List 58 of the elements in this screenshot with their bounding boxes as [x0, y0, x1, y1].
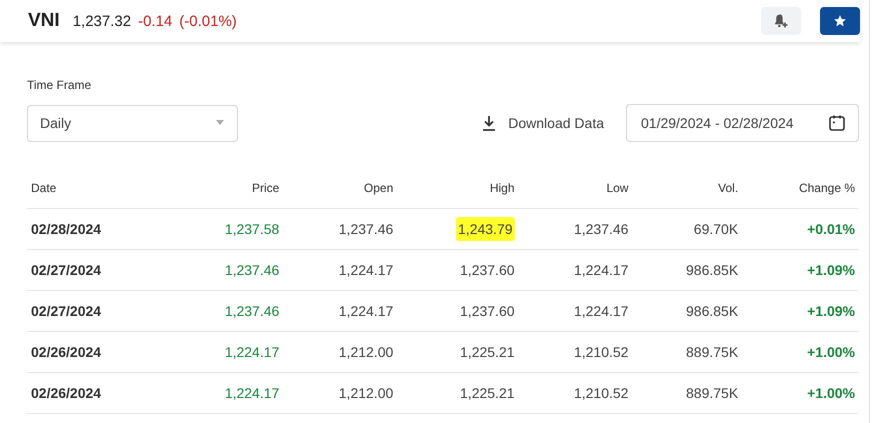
watchlist-button[interactable] [820, 7, 860, 35]
table-cell: +1.09% [807, 262, 855, 278]
table-cell: 02/27/2024 [31, 303, 102, 319]
table-cell: 1,212.00 [338, 385, 394, 401]
table-cell: 1,237.46 [224, 303, 280, 319]
table-cell: 1,237.58 [224, 221, 280, 237]
column-header: Open [364, 181, 394, 195]
column-header: Date [31, 181, 56, 195]
table-cell: 02/28/2024 [31, 221, 102, 237]
table-cell: 1,224.17 [574, 303, 628, 319]
date-range-field[interactable]: 01/29/2024 - 02/28/2024 [626, 104, 859, 142]
table-cell: +0.01% [807, 221, 855, 237]
table-cell: 02/27/2024 [31, 262, 102, 278]
bell-plus-icon [773, 13, 789, 29]
table-cell: 1,210.52 [574, 385, 628, 401]
table-cell: 1,224.17 [338, 303, 394, 319]
field-label: Time Frame [27, 78, 92, 92]
table-cell: +1.00% [807, 385, 855, 401]
calendar-icon [828, 114, 846, 132]
column-header: Price [252, 181, 280, 195]
alert-button[interactable] [761, 7, 801, 35]
table-cell: 1,224.17 [224, 385, 280, 401]
table-cell: 1,243.79 [456, 217, 515, 241]
table-cell: 1,224.17 [574, 262, 628, 278]
table-cell: 1,237.46 [224, 262, 280, 278]
symbol: VNI [28, 10, 60, 32]
last-price: 1,237.32 [72, 12, 132, 30]
table-cell: 1,237.60 [460, 303, 515, 319]
download-button[interactable]: Download Data [474, 113, 610, 133]
table-cell: 1,237.46 [574, 221, 628, 237]
table-cell: 1,224.17 [338, 262, 394, 278]
table-cell: 1,210.52 [574, 344, 628, 360]
column-header: High [490, 181, 515, 195]
table-cell: 1,224.17 [224, 344, 280, 360]
table-cell: 02/26/2024 [31, 344, 102, 360]
column-header: Change % [798, 181, 855, 195]
date-range-value: 01/29/2024 - 02/28/2024 [641, 115, 794, 131]
percent-change: (-0.01%) [179, 12, 237, 30]
table-cell: 1,225.21 [460, 385, 515, 401]
column-header: Low [606, 181, 628, 195]
table-cell: 1,212.00 [338, 344, 394, 360]
table-cell: 69.70K [694, 221, 738, 237]
price-change: -0.14 [138, 12, 172, 30]
table-cell: +1.00% [807, 344, 855, 360]
table-cell: 986.85K [686, 262, 738, 278]
table-cell: +1.09% [807, 303, 855, 319]
column-header: Vol. [718, 181, 738, 195]
dropdown-value: Daily [40, 115, 72, 131]
table-cell: 889.75K [686, 385, 738, 401]
table-cell: 986.85K [686, 303, 738, 319]
caret-icon [215, 120, 225, 126]
table-cell: 889.75K [686, 344, 738, 360]
time-frame-dropdown[interactable]: Daily [27, 104, 238, 142]
star-icon [833, 14, 847, 28]
table-cell: 1,225.21 [460, 344, 515, 360]
table-cell: 1,237.46 [338, 221, 394, 237]
table-cell: 1,237.60 [460, 262, 515, 278]
table-cell: 02/26/2024 [31, 385, 102, 401]
